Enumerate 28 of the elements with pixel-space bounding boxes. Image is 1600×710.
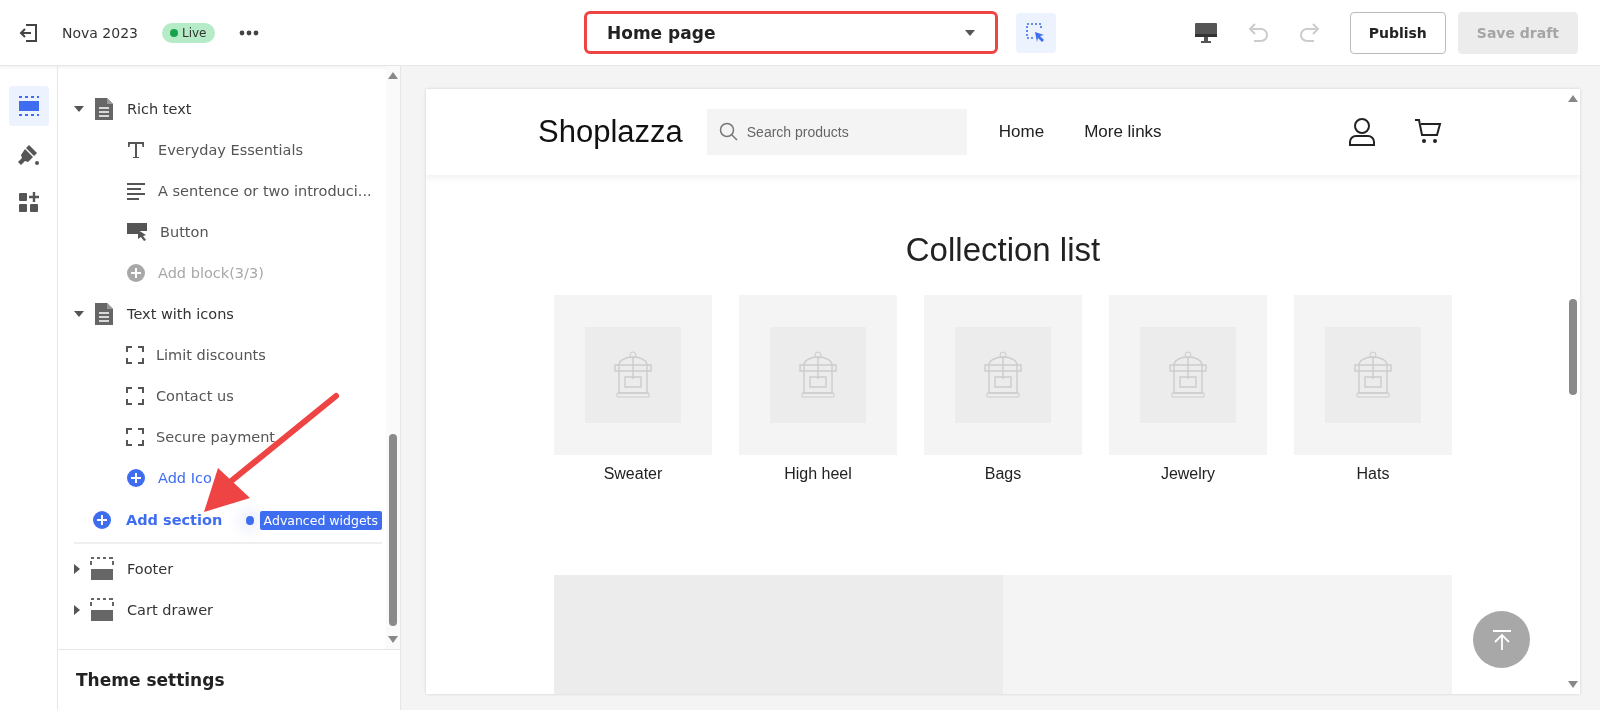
block-item[interactable]: Secure payment xyxy=(156,428,276,445)
store-logo[interactable]: Shoplazza xyxy=(538,114,683,150)
section-title[interactable]: Text with icons xyxy=(127,305,234,322)
block-item[interactable]: Everyday Essentials xyxy=(158,141,304,158)
publish-button[interactable]: Publish xyxy=(1349,11,1446,54)
collection-name[interactable]: Jewelry xyxy=(1160,465,1216,483)
section-title[interactable]: Footer xyxy=(127,560,174,577)
add-section-link[interactable]: Add section xyxy=(126,512,223,528)
block-item[interactable]: Limit discounts xyxy=(156,346,266,363)
collection-name[interactable]: Sweater xyxy=(603,465,663,483)
search-field[interactable]: Search products xyxy=(706,109,967,155)
collection-title: Collection list xyxy=(904,231,1102,269)
collection-name[interactable]: Bags xyxy=(984,465,1022,483)
theme-settings-heading[interactable]: Theme settings xyxy=(58,650,400,710)
section-title[interactable]: Rich text xyxy=(127,100,192,117)
nav-link[interactable]: Home xyxy=(998,122,1045,142)
theme-name: Nova 2023 xyxy=(62,24,138,41)
block-item[interactable]: A sentence or two introduci... xyxy=(158,182,372,199)
collection-name[interactable]: Hats xyxy=(1356,465,1390,483)
block-item[interactable]: Contact us xyxy=(156,387,234,404)
status-badge: Live xyxy=(162,22,215,43)
add-block-link[interactable]: Add Ico xyxy=(158,469,212,486)
section-title[interactable]: Cart drawer xyxy=(127,601,214,618)
nav-link[interactable]: More links xyxy=(1084,122,1162,142)
block-item[interactable]: Button xyxy=(160,223,209,240)
page-select[interactable]: Home page xyxy=(584,11,998,54)
collection-name[interactable]: High heel xyxy=(784,465,852,483)
advanced-widgets-badge[interactable]: Advanced widgets xyxy=(259,510,382,530)
